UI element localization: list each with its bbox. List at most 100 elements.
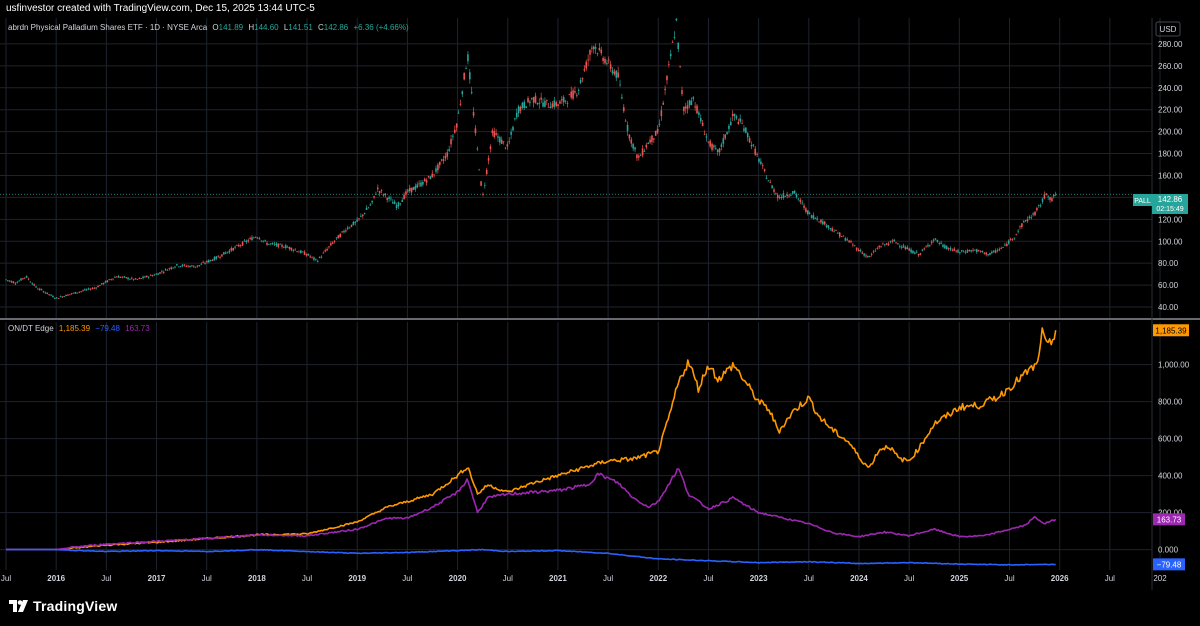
candle-body (275, 243, 278, 246)
candle-body (23, 277, 26, 279)
candle-body (271, 243, 274, 244)
candle-body (929, 244, 931, 246)
candle-body (630, 139, 633, 144)
candle-body (600, 49, 603, 54)
candle-body (906, 247, 909, 250)
time-tick-label: 2026 (1051, 574, 1069, 583)
candle-body (897, 243, 899, 245)
candle-body (315, 258, 317, 260)
candle-body (365, 208, 368, 210)
candle-body (694, 106, 696, 108)
candle-body (957, 250, 959, 253)
tradingview-logo[interactable]: TradingView (9, 598, 117, 614)
candle-body (1030, 217, 1033, 219)
candle-body (741, 123, 743, 125)
top-price-axis[interactable]: 40.0060.0080.00100.00120.00140.00160.001… (1158, 40, 1183, 312)
candle-body (514, 118, 516, 120)
top-legend[interactable]: abrdn Physical Palladium Shares ETF · 1D… (8, 23, 412, 32)
candle-body (624, 120, 627, 122)
candle-body (202, 262, 204, 264)
candle-body (855, 247, 858, 250)
candle-body (679, 65, 681, 67)
candle-body (1017, 230, 1019, 232)
candle-body (390, 198, 392, 200)
candle-body (756, 153, 758, 155)
candle-body (743, 128, 745, 131)
time-tick-label: Jul (904, 574, 914, 583)
candle-body (731, 113, 734, 117)
candle-body (87, 288, 90, 290)
bottom-legend-v2: −79.48 (95, 324, 120, 333)
bottom-value-tick-label: 1,000.00 (1158, 361, 1190, 370)
price-badge-symbol: PALL (1134, 198, 1151, 205)
candle-body (489, 146, 492, 150)
candle-body (872, 251, 875, 253)
candle-body (70, 293, 73, 295)
candle-body (515, 112, 518, 118)
candle-body (944, 245, 946, 249)
candle-body (369, 204, 372, 206)
candle-body (414, 186, 417, 190)
top-price-tick-label: 160.00 (1158, 171, 1183, 180)
candle-body (407, 189, 409, 192)
candle-body (739, 118, 742, 122)
candle-body (831, 228, 834, 232)
candle-body (459, 104, 462, 105)
time-axis[interactable]: Jul 2016 Jul 2017 Jul 2018 Jul 2019 Jul 2020 Jul 20… (1, 574, 1167, 583)
candle-body (318, 256, 321, 258)
candle-body (151, 275, 154, 277)
candle-body (44, 292, 47, 294)
candle-body (117, 276, 120, 278)
candle-body (677, 42, 680, 50)
candle-body (7, 280, 9, 282)
candle-body (1036, 208, 1038, 211)
candle-body (519, 106, 522, 111)
candle-body (733, 113, 736, 117)
candle-body (294, 249, 296, 251)
candle-body (99, 285, 101, 287)
candle-body (684, 106, 687, 109)
candle-body (397, 202, 400, 207)
candle-body (1028, 216, 1031, 219)
candle-body (981, 250, 984, 253)
candle-body (328, 246, 330, 248)
candle-body (104, 281, 107, 283)
candle-body (435, 168, 437, 172)
candle-body (448, 149, 450, 151)
candle-body (1022, 221, 1025, 223)
candle-body (752, 144, 755, 146)
candle-body (889, 240, 892, 242)
candle-body (748, 138, 751, 143)
candle-body (305, 254, 308, 256)
time-tick-label: Jul (202, 574, 212, 583)
candle-body (427, 175, 430, 177)
candle-body (991, 251, 993, 254)
bottom-price-axis[interactable]: 0.000200.00400.00600.00800.001,000.00 (1158, 361, 1190, 555)
candle-body (279, 243, 281, 245)
candle-body (467, 54, 469, 62)
candle-body (149, 274, 152, 276)
candle-body (534, 95, 537, 103)
bottom-legend[interactable]: ON/DT Edge 1,185.39 −79.48 163.73 (8, 324, 153, 333)
orange-value-badge: 1,185.39 (1153, 324, 1189, 337)
candle-body (82, 290, 84, 292)
chart-canvas[interactable]: 40.0060.0080.00100.00120.00140.00160.001… (0, 18, 1200, 590)
bottom-pane-grid (0, 322, 1161, 570)
candle-body (217, 256, 219, 258)
candle-body (221, 254, 223, 257)
candle-body (159, 272, 161, 274)
candle-body (361, 214, 364, 216)
candle-body (594, 47, 597, 49)
candle-body (932, 239, 935, 241)
candle-body (236, 244, 238, 246)
candle-body (249, 238, 251, 239)
candle-body (373, 196, 375, 198)
candle-body (506, 144, 509, 147)
candle-body (776, 194, 779, 199)
candle-body (331, 242, 334, 244)
candle-body (298, 251, 300, 253)
candle-body (27, 278, 30, 280)
candle-body (754, 148, 757, 155)
candle-body (207, 260, 210, 263)
candle-body (654, 130, 657, 136)
